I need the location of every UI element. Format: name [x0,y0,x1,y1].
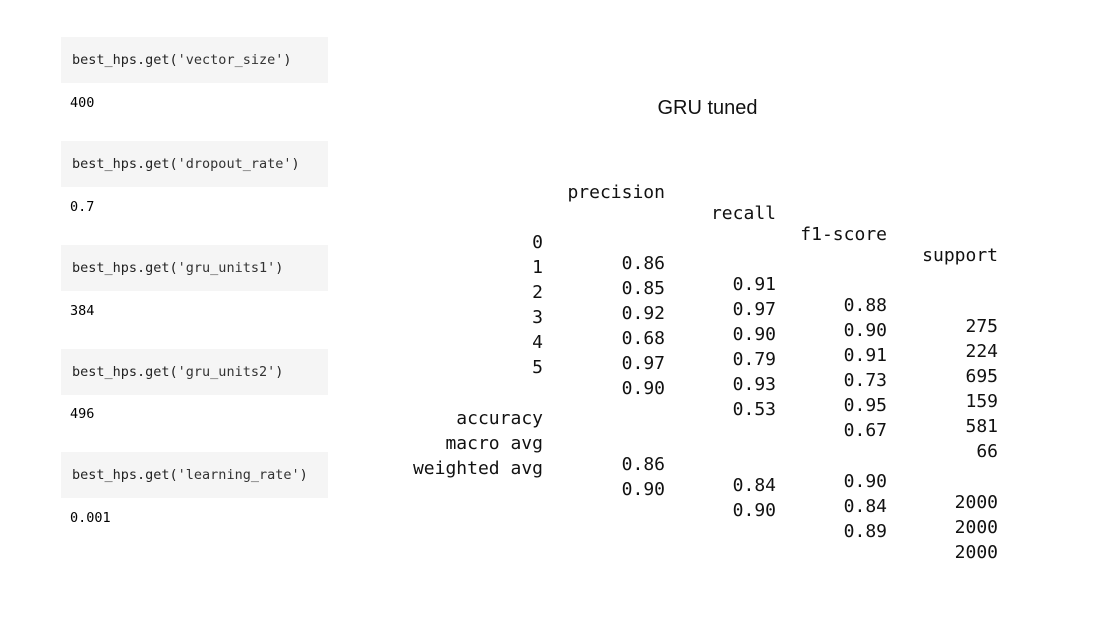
cell-recall: 0.84 [732,475,776,496]
report-row-weighted-avg: weighted avg 0.90 0.90 0.89 2000 [0,437,1105,563]
report-row-class: 3 0.68 0.79 0.73 159 [0,286,1105,412]
classification-report: precision recall f1-score support 0 0.86… [0,0,1105,637]
report-row-class: 5 0.90 0.53 0.67 66 [0,336,1105,462]
row-label: 5 [532,357,543,378]
report-row-class: 0 0.86 0.91 0.88 275 [0,211,1105,337]
cell-f1-score: 0.90 [843,471,887,492]
report-row-class: 4 0.97 0.93 0.95 581 [0,311,1105,437]
cell-f1-score: 0.84 [843,496,887,517]
report-row-class: 1 0.85 0.97 0.90 224 [0,236,1105,362]
header-precision: precision [567,182,665,203]
row-label: weighted avg [412,458,543,479]
cell-support: 2000 [954,492,998,513]
cell-support: 2000 [954,517,998,538]
cell-support: 695 [965,366,998,387]
cell-f1-score: 0.89 [843,521,887,542]
cell-precision: 0.90 [621,479,665,500]
report-row-accuracy: accuracy 0.90 2000 [0,387,1105,513]
report-header-row: precision recall f1-score support [0,161,1105,266]
cell-support: 2000 [954,542,998,563]
report-row-macro-avg: macro avg 0.86 0.84 0.84 2000 [0,412,1105,538]
report-row-class: 2 0.92 0.90 0.91 695 [0,261,1105,387]
cell-recall: 0.90 [732,500,776,521]
